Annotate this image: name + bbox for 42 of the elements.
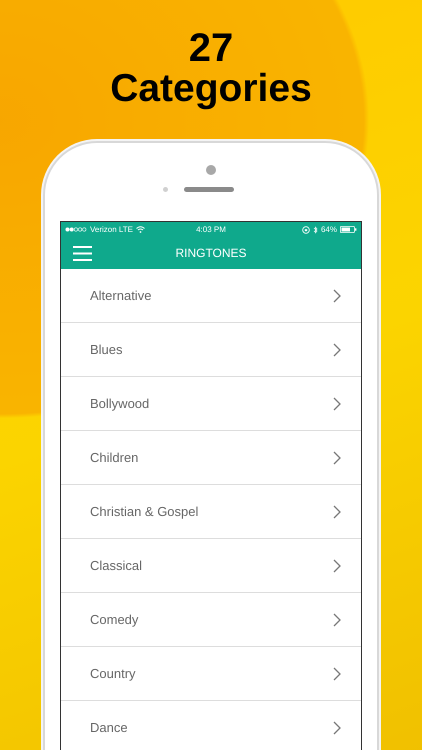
category-row[interactable]: Blues (61, 323, 361, 377)
lock-rotation-icon (302, 226, 310, 234)
category-row[interactable]: Country (61, 647, 361, 701)
signal-icon (65, 227, 87, 232)
battery-percent: 64% (320, 225, 337, 234)
category-row[interactable]: Bollywood (61, 377, 361, 431)
headline-title: Categories (110, 68, 312, 110)
sensor-icon (162, 187, 168, 192)
category-row[interactable]: Christian & Gospel (61, 485, 361, 539)
chevron-right-icon (333, 450, 341, 464)
chevron-right-icon (333, 396, 341, 410)
category-row[interactable]: Dance (61, 701, 361, 750)
category-label: Blues (90, 342, 123, 357)
camera-icon (206, 165, 216, 175)
battery-icon (340, 226, 357, 233)
chevron-right-icon (333, 504, 341, 518)
header-title: RINGTONES (175, 246, 247, 260)
headline-count: 27 (188, 28, 234, 68)
category-row[interactable]: Children (61, 431, 361, 485)
category-row[interactable]: Alternative (61, 269, 361, 323)
carrier-label: Verizon LTE (90, 225, 133, 234)
clock-time: 4:03 PM (196, 225, 226, 234)
category-label: Bollywood (90, 396, 150, 411)
category-label: Country (90, 666, 136, 681)
category-row[interactable]: Classical (61, 539, 361, 593)
chevron-right-icon (333, 612, 341, 626)
category-label: Alternative (90, 288, 152, 303)
category-row[interactable]: Comedy (61, 593, 361, 647)
category-label: Dance (90, 720, 128, 735)
category-label: Children (90, 450, 138, 465)
speaker-grille (184, 187, 234, 192)
chevron-right-icon (333, 288, 341, 302)
category-label: Christian & Gospel (90, 504, 198, 519)
chevron-right-icon (333, 720, 341, 734)
chevron-right-icon (333, 558, 341, 572)
wifi-icon (136, 226, 145, 233)
menu-button[interactable] (73, 246, 92, 260)
chevron-right-icon (333, 342, 341, 356)
category-label: Comedy (90, 612, 138, 627)
category-label: Classical (90, 558, 142, 573)
bluetooth-icon (312, 226, 318, 234)
chevron-right-icon (333, 666, 341, 680)
